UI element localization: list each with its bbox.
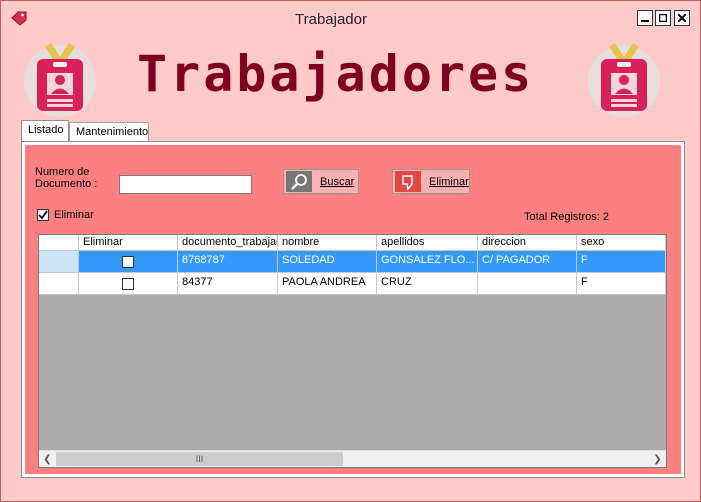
grid-corner — [39, 235, 79, 251]
total-records: Total Registros: 2 — [524, 211, 609, 223]
document-label-line1: Numero de — [35, 166, 90, 178]
row-eliminar-checkbox[interactable] — [122, 278, 134, 290]
close-button[interactable] — [674, 10, 690, 26]
listado-content: Numero de Documento : Buscar Eliminar El… — [25, 145, 681, 474]
eliminar-checkbox-label: Eliminar — [54, 209, 94, 221]
document-search-input[interactable] — [119, 175, 252, 194]
nombre-cell[interactable]: PAOLA ANDREA — [278, 273, 377, 295]
tab-panel-listado: Numero de Documento : Buscar Eliminar El… — [21, 141, 685, 478]
column-header-direccion[interactable]: direccion — [478, 235, 577, 251]
thumbs-down-icon — [395, 171, 421, 192]
eliminar-cell[interactable] — [79, 251, 178, 273]
apellidos-cell[interactable]: GONSALEZ FLO... — [377, 251, 478, 273]
horizontal-scrollbar[interactable]: ❮ III ❯ — [39, 450, 666, 467]
table-row[interactable]: 84377 PAOLA ANDREA CRUZ F — [39, 273, 666, 295]
scroll-left-icon[interactable]: ❮ — [39, 451, 56, 467]
row-header[interactable] — [39, 273, 79, 295]
delete-button[interactable]: Eliminar — [392, 169, 470, 194]
app-window: Trabajador Trabajadores Listado Mantenim… — [0, 0, 701, 502]
tab-mantenimiento[interactable]: Mantenimiento — [69, 122, 149, 142]
apellidos-cell[interactable]: CRUZ — [377, 273, 478, 295]
banner-heading: Trabajadores — [137, 45, 535, 103]
column-header-nombre[interactable]: nombre — [278, 235, 377, 251]
close-icon — [678, 14, 686, 22]
row-header[interactable] — [39, 251, 79, 273]
maximize-icon — [659, 14, 667, 22]
documento-cell[interactable]: 84377 — [178, 273, 278, 295]
minimize-button[interactable] — [637, 10, 653, 26]
nombre-cell[interactable]: SOLEDAD — [278, 251, 377, 273]
column-header-eliminar[interactable]: Eliminar — [79, 235, 178, 251]
sexo-cell[interactable]: F — [577, 273, 666, 295]
eliminar-cell[interactable] — [79, 273, 178, 295]
column-header-sexo[interactable]: sexo — [577, 235, 666, 251]
id-badge-icon-right — [588, 43, 660, 117]
workers-grid[interactable]: Eliminar documento_trabajador nombre ape… — [38, 234, 667, 468]
document-label-line2: Documento : — [35, 178, 98, 190]
sexo-cell[interactable]: F — [577, 251, 666, 273]
window-title: Trabajador — [295, 11, 367, 28]
title-bar[interactable]: Trabajador — [1, 1, 700, 34]
search-icon — [286, 171, 312, 192]
scroll-right-icon[interactable]: ❯ — [649, 451, 666, 467]
column-header-apellidos[interactable]: apellidos — [377, 235, 478, 251]
tab-listado[interactable]: Listado — [21, 120, 69, 142]
scroll-thumb[interactable]: III — [56, 452, 343, 466]
search-button-label: Buscar — [320, 175, 355, 188]
id-badge-icon — [24, 43, 96, 117]
delete-button-label: Eliminar — [429, 175, 469, 188]
minimize-icon — [641, 20, 649, 22]
table-row[interactable]: 8768787 SOLEDAD GONSALEZ FLO... C/ PAGAD… — [39, 251, 666, 273]
column-header-documento[interactable]: documento_trabajador — [178, 235, 278, 251]
checkmark-icon — [38, 210, 48, 220]
documento-cell[interactable]: 8768787 — [178, 251, 278, 273]
direccion-cell[interactable] — [478, 273, 577, 295]
row-eliminar-checkbox[interactable] — [122, 256, 134, 268]
search-button[interactable]: Buscar — [283, 169, 359, 194]
maximize-button[interactable] — [655, 10, 671, 26]
grid-header-row: Eliminar documento_trabajador nombre ape… — [39, 235, 666, 251]
direccion-cell[interactable]: C/ PAGADOR — [478, 251, 577, 273]
eliminar-checkbox[interactable] — [37, 209, 49, 221]
